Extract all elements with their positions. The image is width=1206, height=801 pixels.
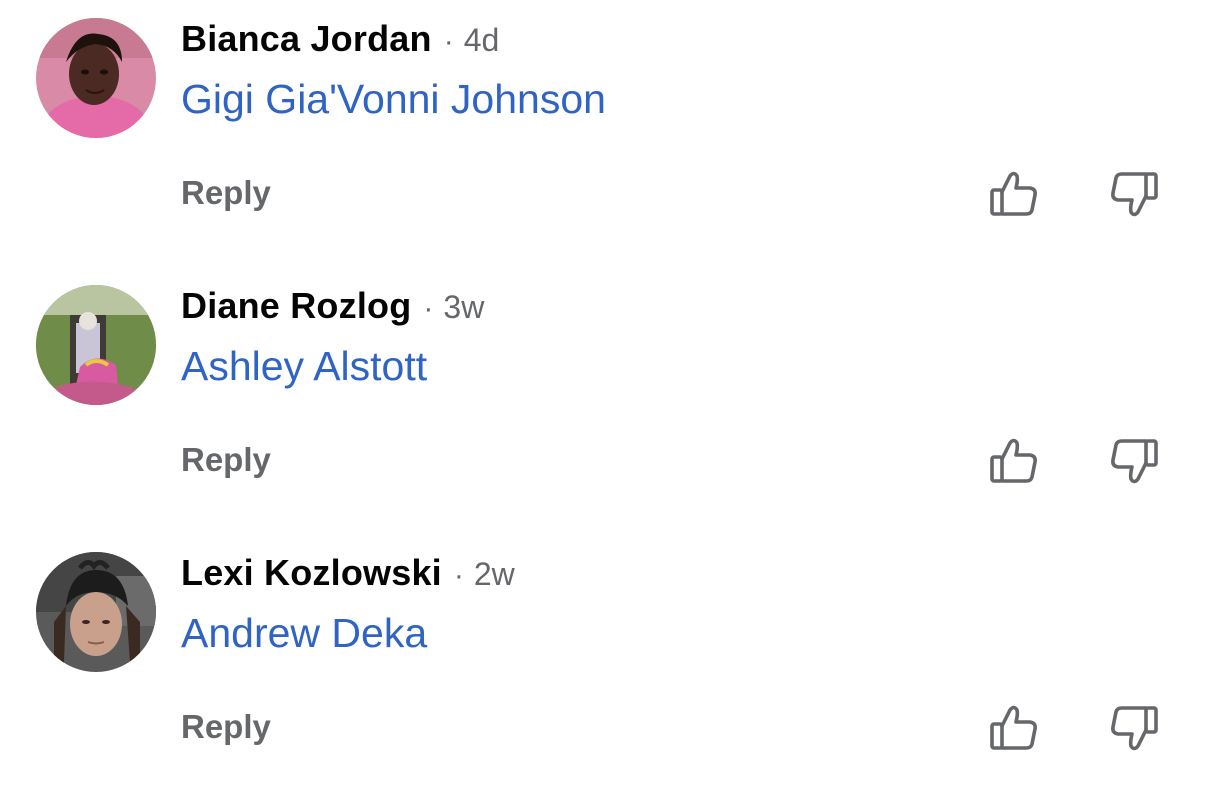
comment-timestamp[interactable]: 2w <box>474 556 515 593</box>
reply-button[interactable]: Reply <box>181 441 271 479</box>
reply-button[interactable]: Reply <box>181 174 271 212</box>
thumbs-up-icon <box>990 171 1037 216</box>
author-name[interactable]: Diane Rozlog <box>181 285 411 327</box>
comment-item: Diane Rozlog · 3w Ashley Alstott Reply <box>0 267 1206 534</box>
author-name[interactable]: Lexi Kozlowski <box>181 552 442 594</box>
thumbs-down-icon <box>1111 439 1158 484</box>
comment-item: Lexi Kozlowski · 2w Andrew Deka Reply <box>0 534 1206 801</box>
thumbs-down-icon <box>1111 172 1158 217</box>
meta-separator: · <box>453 559 464 592</box>
thumbs-up-icon <box>990 438 1037 483</box>
dislike-button[interactable] <box>1108 702 1160 754</box>
comment-timestamp[interactable]: 4d <box>464 22 500 59</box>
author-name[interactable]: Bianca Jordan <box>181 18 432 60</box>
dislike-button[interactable] <box>1108 168 1160 220</box>
avatar[interactable] <box>36 552 156 672</box>
thumbs-up-icon <box>990 705 1037 750</box>
like-button[interactable] <box>988 168 1040 220</box>
mention-link[interactable]: Gigi Gia'Vonni Johnson <box>181 76 606 123</box>
avatar-image <box>36 552 156 672</box>
like-button[interactable] <box>988 702 1040 754</box>
mention-link[interactable]: Ashley Alstott <box>181 343 427 390</box>
comment-timestamp[interactable]: 3w <box>443 289 484 326</box>
avatar-image <box>36 285 156 405</box>
avatar-image <box>36 18 156 138</box>
avatar[interactable] <box>36 18 156 138</box>
comment-header: Lexi Kozlowski · 2w <box>181 552 515 596</box>
dislike-button[interactable] <box>1108 435 1160 487</box>
mention-link[interactable]: Andrew Deka <box>181 610 427 657</box>
meta-separator: · <box>443 25 454 58</box>
comment-header: Diane Rozlog · 3w <box>181 285 484 329</box>
avatar[interactable] <box>36 285 156 405</box>
comment-item: Bianca Jordan · 4d Gigi Gia'Vonni Johnso… <box>0 0 1206 267</box>
thumbs-down-icon <box>1111 706 1158 751</box>
like-button[interactable] <box>988 435 1040 487</box>
comment-header: Bianca Jordan · 4d <box>181 18 499 62</box>
reply-button[interactable]: Reply <box>181 708 271 746</box>
meta-separator: · <box>423 292 434 325</box>
